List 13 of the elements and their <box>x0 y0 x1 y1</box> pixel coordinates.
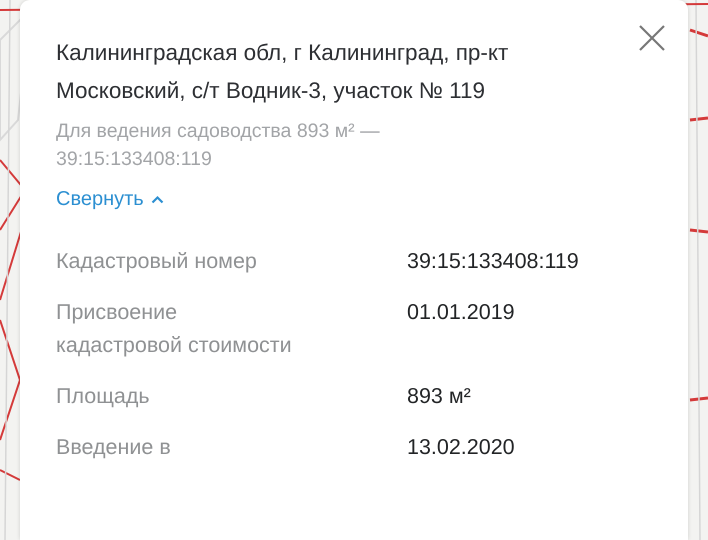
land-use-subtitle: Для ведения садоводства 893 м² — 39:15:133408:119 <box>56 119 381 172</box>
detail-value: 39:15:133408:119 <box>407 248 580 275</box>
detail-label: Площадь <box>56 383 151 410</box>
detail-label: Присвоение кадастровой стоимости <box>56 299 293 359</box>
close-icon <box>638 24 666 52</box>
address-title: Калининградская обл, г Калининград, пр-кт Московский, с/т Водник-3, участок № 119 <box>56 39 510 105</box>
detail-value: 893 м² <box>407 383 472 410</box>
detail-label: Введение в <box>56 434 172 461</box>
collapse-link[interactable]: Свернуть <box>56 185 164 213</box>
detail-value: 01.01.2019 <box>407 299 516 326</box>
detail-label: Кадастровый номер <box>56 248 258 275</box>
detail-value: 13.02.2020 <box>407 434 516 461</box>
chevron-up-icon <box>150 194 164 204</box>
